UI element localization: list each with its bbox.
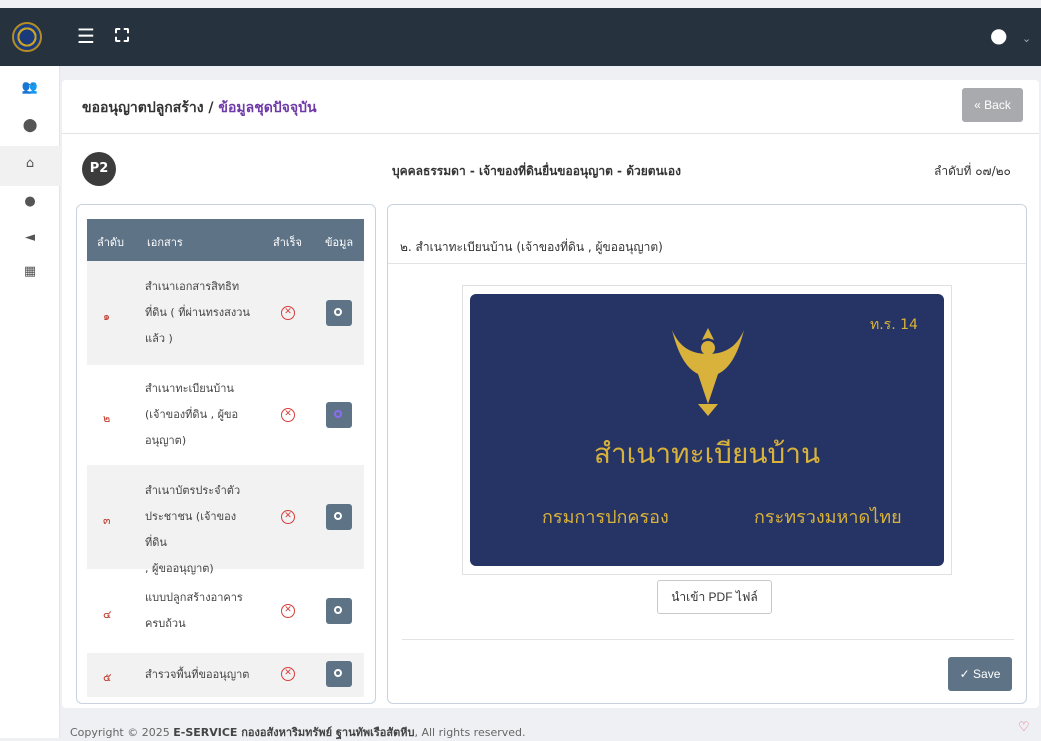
megaphone-icon[interactable]: ◄ [0,230,60,252]
status-error-icon: ✕ [281,306,295,320]
applicant-type: บุคคลธรรมดา - เจ้าของที่ดินยื่นขออนุญาต … [392,164,681,178]
document-detail-panel: ๒. สำเนาทะเบียนบ้าน (เจ้าของที่ดิน , ผู้… [387,204,1027,704]
footer: Copyright © 2025 E-SERVICE กองอสังหาริมท… [70,726,526,739]
breadcrumb: ขออนุญาตปลูกสร้าง / ข้อมูลชุดปัจจุบัน [82,97,317,119]
table-row: ๓ สำเนาบัตรประจำตัว ประชาชน (เจ้าของที่ดิ… [87,465,364,575]
fullscreen-icon[interactable] [115,28,129,42]
top-navbar: ☰ ● ⌄ [0,8,1041,66]
divider [402,639,1014,640]
view-document-button[interactable] [326,598,352,624]
view-document-button[interactable] [326,661,352,687]
hamburger-icon[interactable]: ☰ [77,26,95,46]
cover-title: สำเนาทะเบียนบ้าน [593,437,821,470]
table-row: ๕ สำรวจพื้นที่ขออนุญาต ✕ [87,653,364,697]
sidebar: 👥 .. ⬤ ⌂ ● ◄ ▦ [0,66,60,738]
navy-logo-icon[interactable] [12,22,42,52]
col-data: ข้อมูล [325,236,354,249]
sidebar-truncated-label: .. [28,78,34,88]
garuda-emblem-icon [672,328,744,416]
table-header: ลำดับ เอกสาร สำเร็จ ข้อมูล [87,219,364,261]
document-preview: ท.ร. 14 สำเนาทะเบียนบ้าน กรมการปกครอง กร… [462,285,952,575]
table-row: ๑ สำเนาเอกสารสิทธิท ที่ดิน ( ที่ผ่านทรงสง… [87,261,364,365]
breadcrumb-main: ขออนุญาตปลูกสร้าง / [82,100,214,116]
import-pdf-button[interactable]: นำเข้า PDF ไฟล์ [657,580,772,614]
table-row: ๔ แบบปลูกสร้างอาคาร ครบถ้วน ✕ [87,569,364,653]
divider [388,263,1026,264]
status-error-icon: ✕ [281,510,295,524]
status-error-icon: ✕ [281,667,295,681]
back-button[interactable]: « Back [962,88,1023,122]
document-list-panel: ลำดับ เอกสาร สำเร็จ ข้อมูล ๑ สำเนาเอกสาร… [76,204,376,704]
row-number: ๔ [103,608,112,621]
row-number: ๓ [103,514,111,527]
document-name: สำรวจพื้นที่ขออนุญาต [145,668,250,681]
form-code: ท.ร. 14 [870,317,918,333]
main-card: ขออนุญาตปลูกสร้าง / ข้อมูลชุดปัจจุบัน « … [62,80,1039,708]
cover-ministry: กระทรวงมหาดไทย [754,507,902,528]
step-badge: P2 [82,152,116,186]
row-number: ๕ [103,671,112,684]
detail-title: ๒. สำเนาทะเบียนบ้าน (เจ้าของที่ดิน , ผู้… [400,240,663,254]
info-icon[interactable]: ● [0,194,60,216]
col-order: ลำดับ [97,236,125,249]
house-registration-cover: ท.ร. 14 สำเนาทะเบียนบ้าน กรมการปกครอง กร… [470,294,944,566]
view-document-button[interactable] [326,504,352,530]
location-icon[interactable]: ⬤ [0,118,60,140]
home-icon[interactable]: ⌂ [0,146,60,186]
row-number: ๑ [103,310,110,323]
col-success: สำเร็จ [273,236,303,249]
view-document-button[interactable] [326,300,352,326]
document-name: สำเนาบัตรประจำตัว ประชาชน (เจ้าของที่ดิน,… [145,484,241,575]
col-document: เอกสาร [147,236,183,249]
view-document-button[interactable] [326,402,352,428]
chevron-down-icon[interactable]: ⌄ [1022,32,1031,45]
calendar-icon[interactable]: ▦ [0,264,60,286]
status-error-icon: ✕ [281,604,295,618]
document-name: สำเนาเอกสารสิทธิท ที่ดิน ( ที่ผ่านทรงสงวน… [145,280,250,345]
cover-department: กรมการปกครอง [542,507,669,528]
document-name: แบบปลูกสร้างอาคาร ครบถ้วน [145,591,243,630]
status-error-icon: ✕ [281,408,295,422]
user-avatar-icon[interactable]: ● [990,24,1007,46]
sequence-number: ลำดับที่ ๐๗/๒๐ [934,164,1011,178]
footer-brand: E-SERVICE กองอสังหาริมทรัพย์ ฐานทัพเรือส… [173,726,415,739]
heart-icon: ♡ [1018,720,1030,735]
document-name: สำเนาทะเบียนบ้าน (เจ้าของที่ดิน , ผู้ขอ อน… [145,382,239,447]
breadcrumb-current[interactable]: ข้อมูลชุดปัจจุบัน [214,100,316,116]
divider [62,133,1039,134]
row-number: ๒ [103,412,111,425]
table-row: ๒ สำเนาทะเบียนบ้าน (เจ้าของที่ดิน , ผู้ขอ… [87,365,364,465]
save-button[interactable]: ✓ Save [948,657,1012,691]
